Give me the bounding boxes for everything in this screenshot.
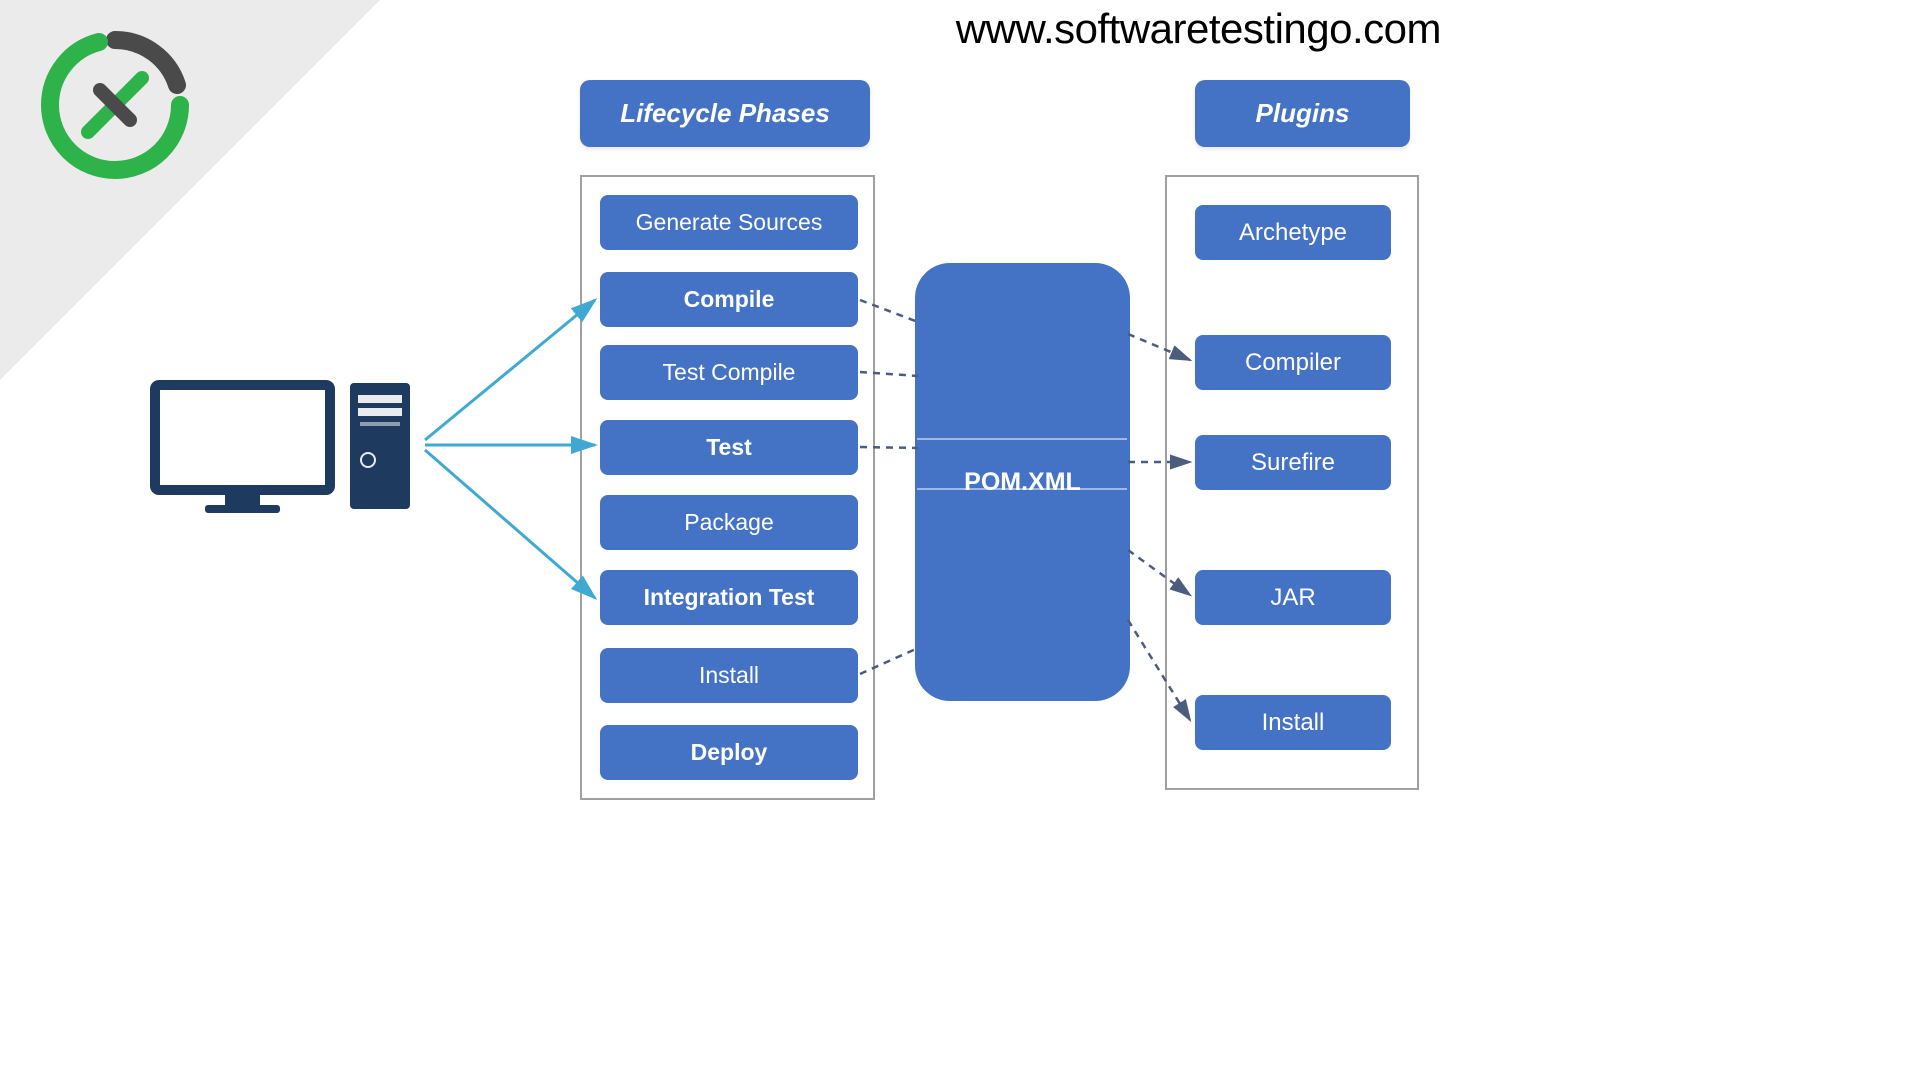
phase-test: Test [600, 420, 858, 475]
computer-icon [150, 380, 420, 520]
phase-deploy: Deploy [600, 725, 858, 780]
lifecycle-phases-container [580, 175, 875, 800]
plugin-jar: JAR [1195, 570, 1391, 625]
phase-generate-sources: Generate Sources [600, 195, 858, 250]
plugin-install: Install [1195, 695, 1391, 750]
phase-package: Package [600, 495, 858, 550]
plugin-archetype: Archetype [1195, 205, 1391, 260]
plugins-header: Plugins [1195, 80, 1410, 147]
phase-test-compile: Test Compile [600, 345, 858, 400]
logo-icon [40, 30, 190, 180]
pom-divider-bot [917, 488, 1127, 490]
plugin-compiler: Compiler [1195, 335, 1391, 390]
pom-divider-top [917, 438, 1127, 440]
phase-install: Install [600, 648, 858, 703]
phase-compile: Compile [600, 272, 858, 327]
lifecycle-phases-header: Lifecycle Phases [580, 80, 870, 147]
website-url: www.softwaretestingo.com [956, 5, 1441, 53]
pom-xml-box: POM.XML [915, 263, 1130, 701]
plugin-surefire: Surefire [1195, 435, 1391, 490]
phase-integration-test: Integration Test [600, 570, 858, 625]
